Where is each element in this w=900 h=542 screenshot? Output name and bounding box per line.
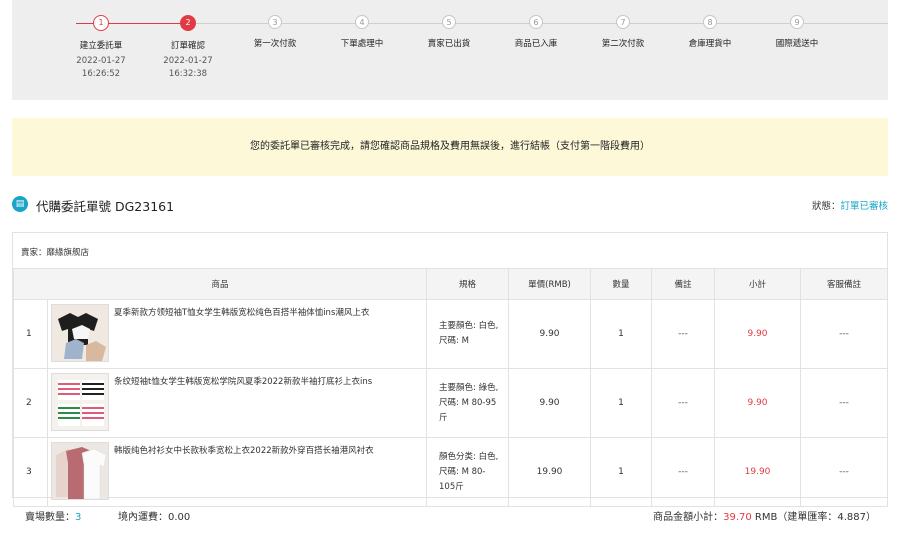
- step-number: 6: [529, 15, 543, 29]
- step-number: 1: [93, 15, 109, 31]
- product-name-link[interactable]: 条纹短袖t恤女学生韩版宽松学院风夏季2022新款半袖打底衫上衣ins: [114, 375, 414, 387]
- qty-cell: 1: [590, 368, 653, 438]
- row-index: 2: [13, 368, 48, 438]
- order-status: 狀態：訂單已審核: [812, 198, 888, 212]
- col-product: 商品: [12, 268, 428, 300]
- step-number: 7: [616, 15, 630, 29]
- step-date: 2022-01-27: [163, 56, 213, 66]
- price-cell: 9.90: [508, 299, 592, 369]
- col-price: 單價(RMB): [508, 268, 592, 300]
- step-time: 16:26:52: [81, 69, 121, 79]
- order-total: 商品金額小計：39.70 RMB（建單匯率：4.887）: [653, 508, 876, 523]
- step-3: 3 第一次付款: [231, 15, 319, 49]
- step-label: 第二次付款: [601, 39, 645, 49]
- document-icon: ▤: [12, 196, 28, 212]
- order-footer: 賣場數量：3 境內運費：0.00 商品金額小計：39.70 RMB（建單匯率：4…: [0, 500, 900, 528]
- order-title: 代購委託單號 DG23161: [36, 199, 175, 214]
- col-spec: 規格: [426, 268, 510, 300]
- step-4: 4 下單處理中: [318, 15, 406, 49]
- col-service-note: 客服備註: [800, 268, 889, 300]
- step-1: 1 建立委託單 2022-01-27 16:26:52: [57, 15, 145, 81]
- step-label: 建立委託單: [79, 41, 123, 51]
- step-number: 8: [703, 15, 717, 29]
- note-cell: ---: [651, 368, 716, 438]
- step-8: 8 倉庫理貨中: [666, 15, 754, 49]
- service-note-cell: ---: [800, 437, 889, 507]
- spec-cell: 主要顏色: 白色, 尺碼: M: [426, 299, 510, 369]
- step-number: 4: [355, 15, 369, 29]
- step-label: 倉庫理貨中: [688, 39, 732, 49]
- col-subtotal: 小計: [714, 268, 802, 300]
- spec-cell: 主要顏色: 綠色, 尺碼: M 80-95斤: [426, 368, 510, 438]
- note-cell: ---: [651, 299, 716, 369]
- step-5: 5 賣家已出貨: [405, 15, 493, 49]
- step-label: 第一次付款: [253, 39, 297, 49]
- col-note: 備註: [651, 268, 716, 300]
- step-label: 下單處理中: [340, 39, 384, 49]
- note-cell: ---: [651, 437, 716, 507]
- total-value: 39.70: [723, 512, 752, 523]
- step-date: 2022-01-27: [76, 56, 126, 66]
- step-label: 訂單確認: [170, 41, 205, 51]
- product-thumbnail[interactable]: [51, 373, 109, 431]
- order-header: ▤ 代購委託單號 DG23161 狀態：訂單已審核: [12, 193, 888, 215]
- total-label: 商品金額小計：: [653, 512, 724, 523]
- table-row: 1 夏季新款方领短袖T恤女学生韩版宽松纯色百搭半袖体恤ins潮风上衣 主要顏色:: [13, 299, 889, 369]
- store-count: 賣場數量：3: [25, 508, 81, 523]
- subtotal-cell: 19.90: [714, 437, 802, 507]
- row-index: 1: [13, 299, 48, 369]
- table-row: 3 韩版纯色衬衫女中长款秋季宽松上衣2022新款外穿百搭长袖港风衬衣 顏色分类:…: [13, 437, 889, 507]
- step-label: 賣家已出貨: [427, 39, 471, 49]
- product-thumbnail[interactable]: [51, 442, 109, 500]
- progress-bar: 1 建立委託單 2022-01-27 16:26:52 2 訂單確認 2022-0…: [12, 0, 888, 100]
- order-items-box: 賣家：靡緣旗舰店 商品 規格 單價(RMB) 數量 備註 小計 客服備註 1 夏…: [12, 232, 889, 507]
- product-name-link[interactable]: 韩版纯色衬衫女中长款秋季宽松上衣2022新款外穿百搭长袖港风衬衣: [114, 444, 414, 456]
- step-7: 7 第二次付款: [579, 15, 667, 49]
- notice-banner: 您的委託單已審核完成，請您確認商品規格及費用無誤後，進行結帳（支付第一階段費用）: [12, 118, 888, 176]
- subtotal-cell: 9.90: [714, 299, 802, 369]
- seller-label: 賣家：: [21, 248, 47, 258]
- store-count-label: 賣場數量：: [25, 512, 75, 523]
- subtotal-cell: 9.90: [714, 368, 802, 438]
- col-qty: 數量: [590, 268, 653, 300]
- product-cell: 韩版纯色衬衫女中长款秋季宽松上衣2022新款外穿百搭长袖港风衬衣: [46, 437, 428, 507]
- step-number: 5: [442, 15, 456, 29]
- step-time: 16:32:38: [168, 69, 208, 79]
- step-label: 商品已入庫: [514, 39, 558, 49]
- product-cell: 夏季新款方领短袖T恤女学生韩版宽松纯色百搭半袖体恤ins潮风上衣: [46, 299, 428, 369]
- total-suffix: RMB（建單匯率：4.887）: [751, 512, 876, 523]
- notice-text: 您的委託單已審核完成，請您確認商品規格及費用無誤後，進行結帳（支付第一階段費用）: [250, 141, 650, 152]
- price-cell: 19.90: [508, 437, 592, 507]
- order-items-table: 商品 規格 單價(RMB) 數量 備註 小計 客服備註 1 夏季新款方领短袖T恤…: [12, 268, 889, 507]
- step-2: 2 訂單確認 2022-01-27 16:32:38: [144, 15, 232, 81]
- table-header-row: 商品 規格 單價(RMB) 數量 備註 小計 客服備註: [12, 268, 889, 300]
- step-number: 2: [180, 15, 196, 31]
- row-index: 3: [13, 437, 48, 507]
- spec-cell: 顏色分类: 白色, 尺碼: M 80-105斤: [426, 437, 510, 507]
- qty-cell: 1: [590, 437, 653, 507]
- step-9: 9 國際遞送中: [753, 15, 841, 49]
- step-6: 6 商品已入庫: [492, 15, 580, 49]
- status-value: 訂單已審核: [840, 201, 888, 212]
- product-thumbnail[interactable]: [51, 304, 109, 362]
- store-count-value: 3: [75, 512, 82, 523]
- step-number: 9: [790, 15, 804, 29]
- service-note-cell: ---: [800, 299, 889, 369]
- product-cell: 条纹短袖t恤女学生韩版宽松学院风夏季2022新款半袖打底衫上衣ins: [46, 368, 428, 438]
- seller-name: 靡緣旗舰店: [46, 248, 90, 258]
- step-label: 國際遞送中: [775, 39, 819, 49]
- product-name-link[interactable]: 夏季新款方领短袖T恤女学生韩版宽松纯色百搭半袖体恤ins潮风上衣: [114, 306, 414, 318]
- status-label: 狀態：: [811, 201, 841, 212]
- service-note-cell: ---: [800, 368, 889, 438]
- step-number: 3: [268, 15, 282, 29]
- table-row: 2 条纹短袖t恤女学生韩版宽松学院风夏季2022新款半袖打底衫上衣ins 主要顏…: [13, 368, 889, 438]
- seller-info: 賣家：靡緣旗舰店: [21, 246, 89, 258]
- qty-cell: 1: [590, 299, 653, 369]
- price-cell: 9.90: [508, 368, 592, 438]
- domestic-shipping: 境內運費：0.00: [118, 512, 191, 523]
